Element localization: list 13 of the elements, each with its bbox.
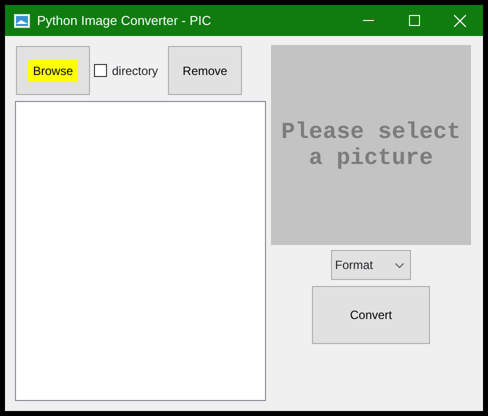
checkbox[interactable]	[94, 64, 107, 77]
highlight-mark: Browse	[30, 62, 75, 78]
preview-message: Please select a picture	[281, 118, 461, 172]
app-icon	[14, 14, 30, 28]
convert-button[interactable]: Convert	[312, 286, 430, 344]
format-dropdown[interactable]: Format	[331, 250, 411, 280]
checkbox-label[interactable]: directory	[112, 62, 158, 80]
close-icon	[454, 14, 466, 26]
window-title: Python Image Converter - PIC	[37, 12, 212, 30]
browse-button[interactable]: Browse	[16, 46, 90, 95]
maximize-icon	[408, 15, 420, 26]
chevron-icon	[395, 262, 404, 268]
remove-button[interactable]: Remove	[168, 46, 242, 95]
